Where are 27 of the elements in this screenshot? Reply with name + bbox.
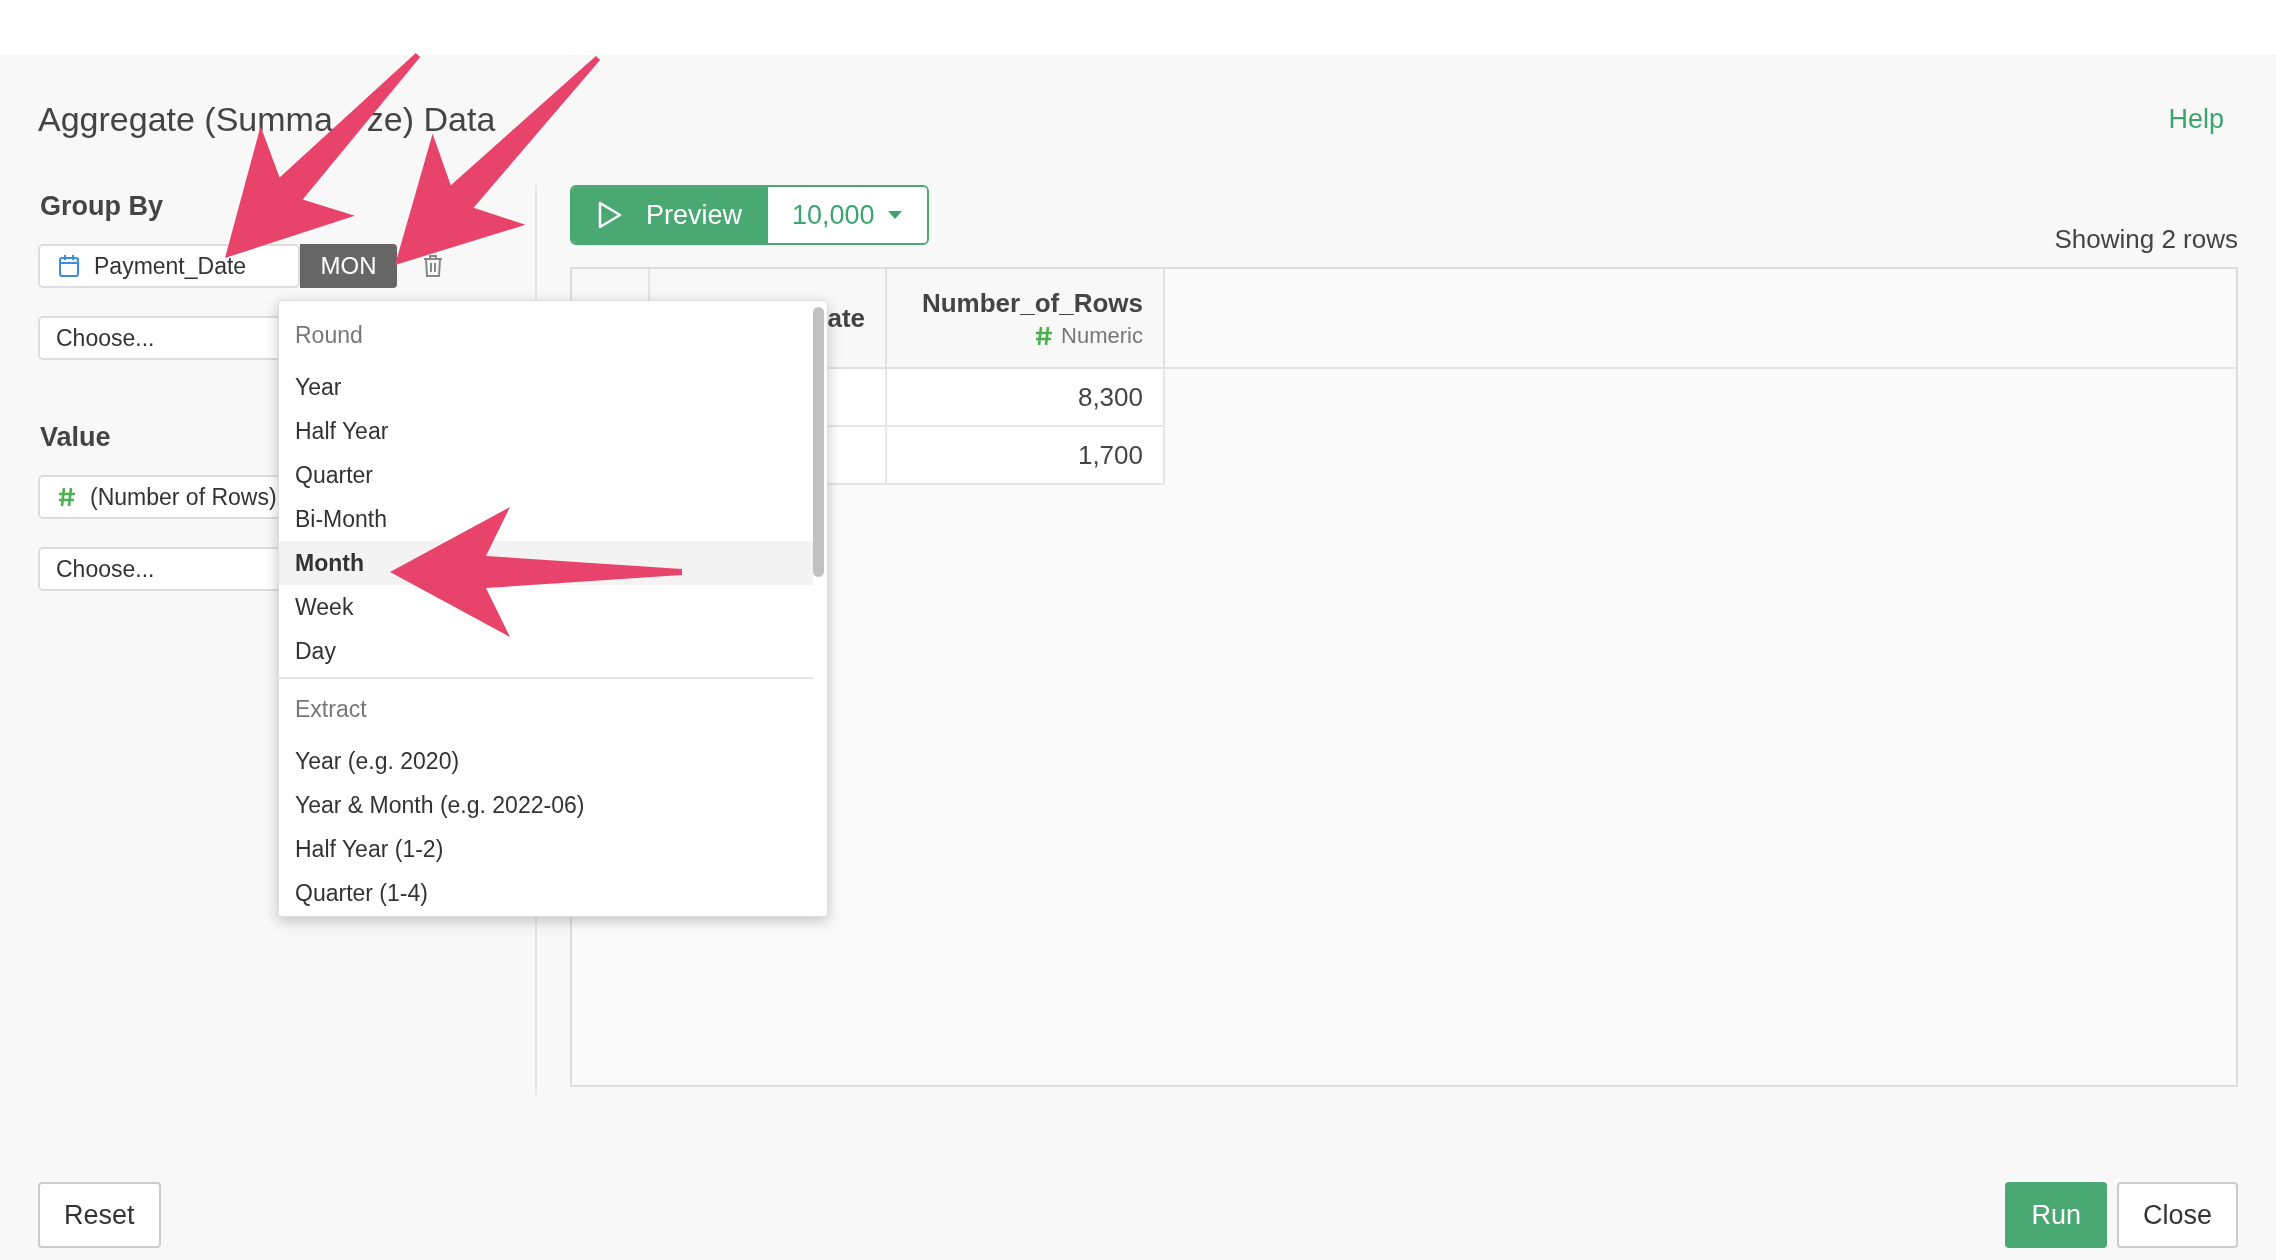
caret-icon xyxy=(886,210,903,220)
scrollbar[interactable] xyxy=(813,307,824,577)
reset-button[interactable]: Reset xyxy=(38,1182,161,1248)
menu-heading: Extract xyxy=(294,694,368,724)
hash-icon xyxy=(1035,325,1054,346)
dialog-title: Aggregate (Summa xyxy=(38,99,333,139)
column-header[interactable]: Number_of_Rows xyxy=(921,287,1143,319)
dialog-title: ze) Data xyxy=(366,99,496,139)
column-type: Numeric xyxy=(1061,322,1143,349)
dialog-button[interactable]: Close xyxy=(2116,1182,2238,1248)
hash-icon xyxy=(58,487,76,507)
menu-heading: Round xyxy=(294,320,364,350)
select-placeholder: Choose... xyxy=(56,324,155,352)
table-cell: 1,700 xyxy=(887,427,1165,485)
table-cell: 8,300 xyxy=(887,369,1165,427)
column-name: Payment_Date xyxy=(94,252,247,280)
play-icon xyxy=(598,201,622,229)
unit-button[interactable]: MON xyxy=(300,244,397,288)
calendar-icon xyxy=(58,254,80,278)
trash-icon[interactable] xyxy=(423,254,443,278)
column-header[interactable]: ate xyxy=(827,302,865,334)
section-label: Group By xyxy=(40,191,163,222)
section-label: Value xyxy=(40,422,111,453)
row-count: Showing 2 rows xyxy=(2054,224,2238,255)
column-name: (Number of Rows) xyxy=(90,483,277,511)
select-placeholder: Choose... xyxy=(56,555,155,583)
column-field[interactable]: Payment_Date xyxy=(38,244,300,288)
